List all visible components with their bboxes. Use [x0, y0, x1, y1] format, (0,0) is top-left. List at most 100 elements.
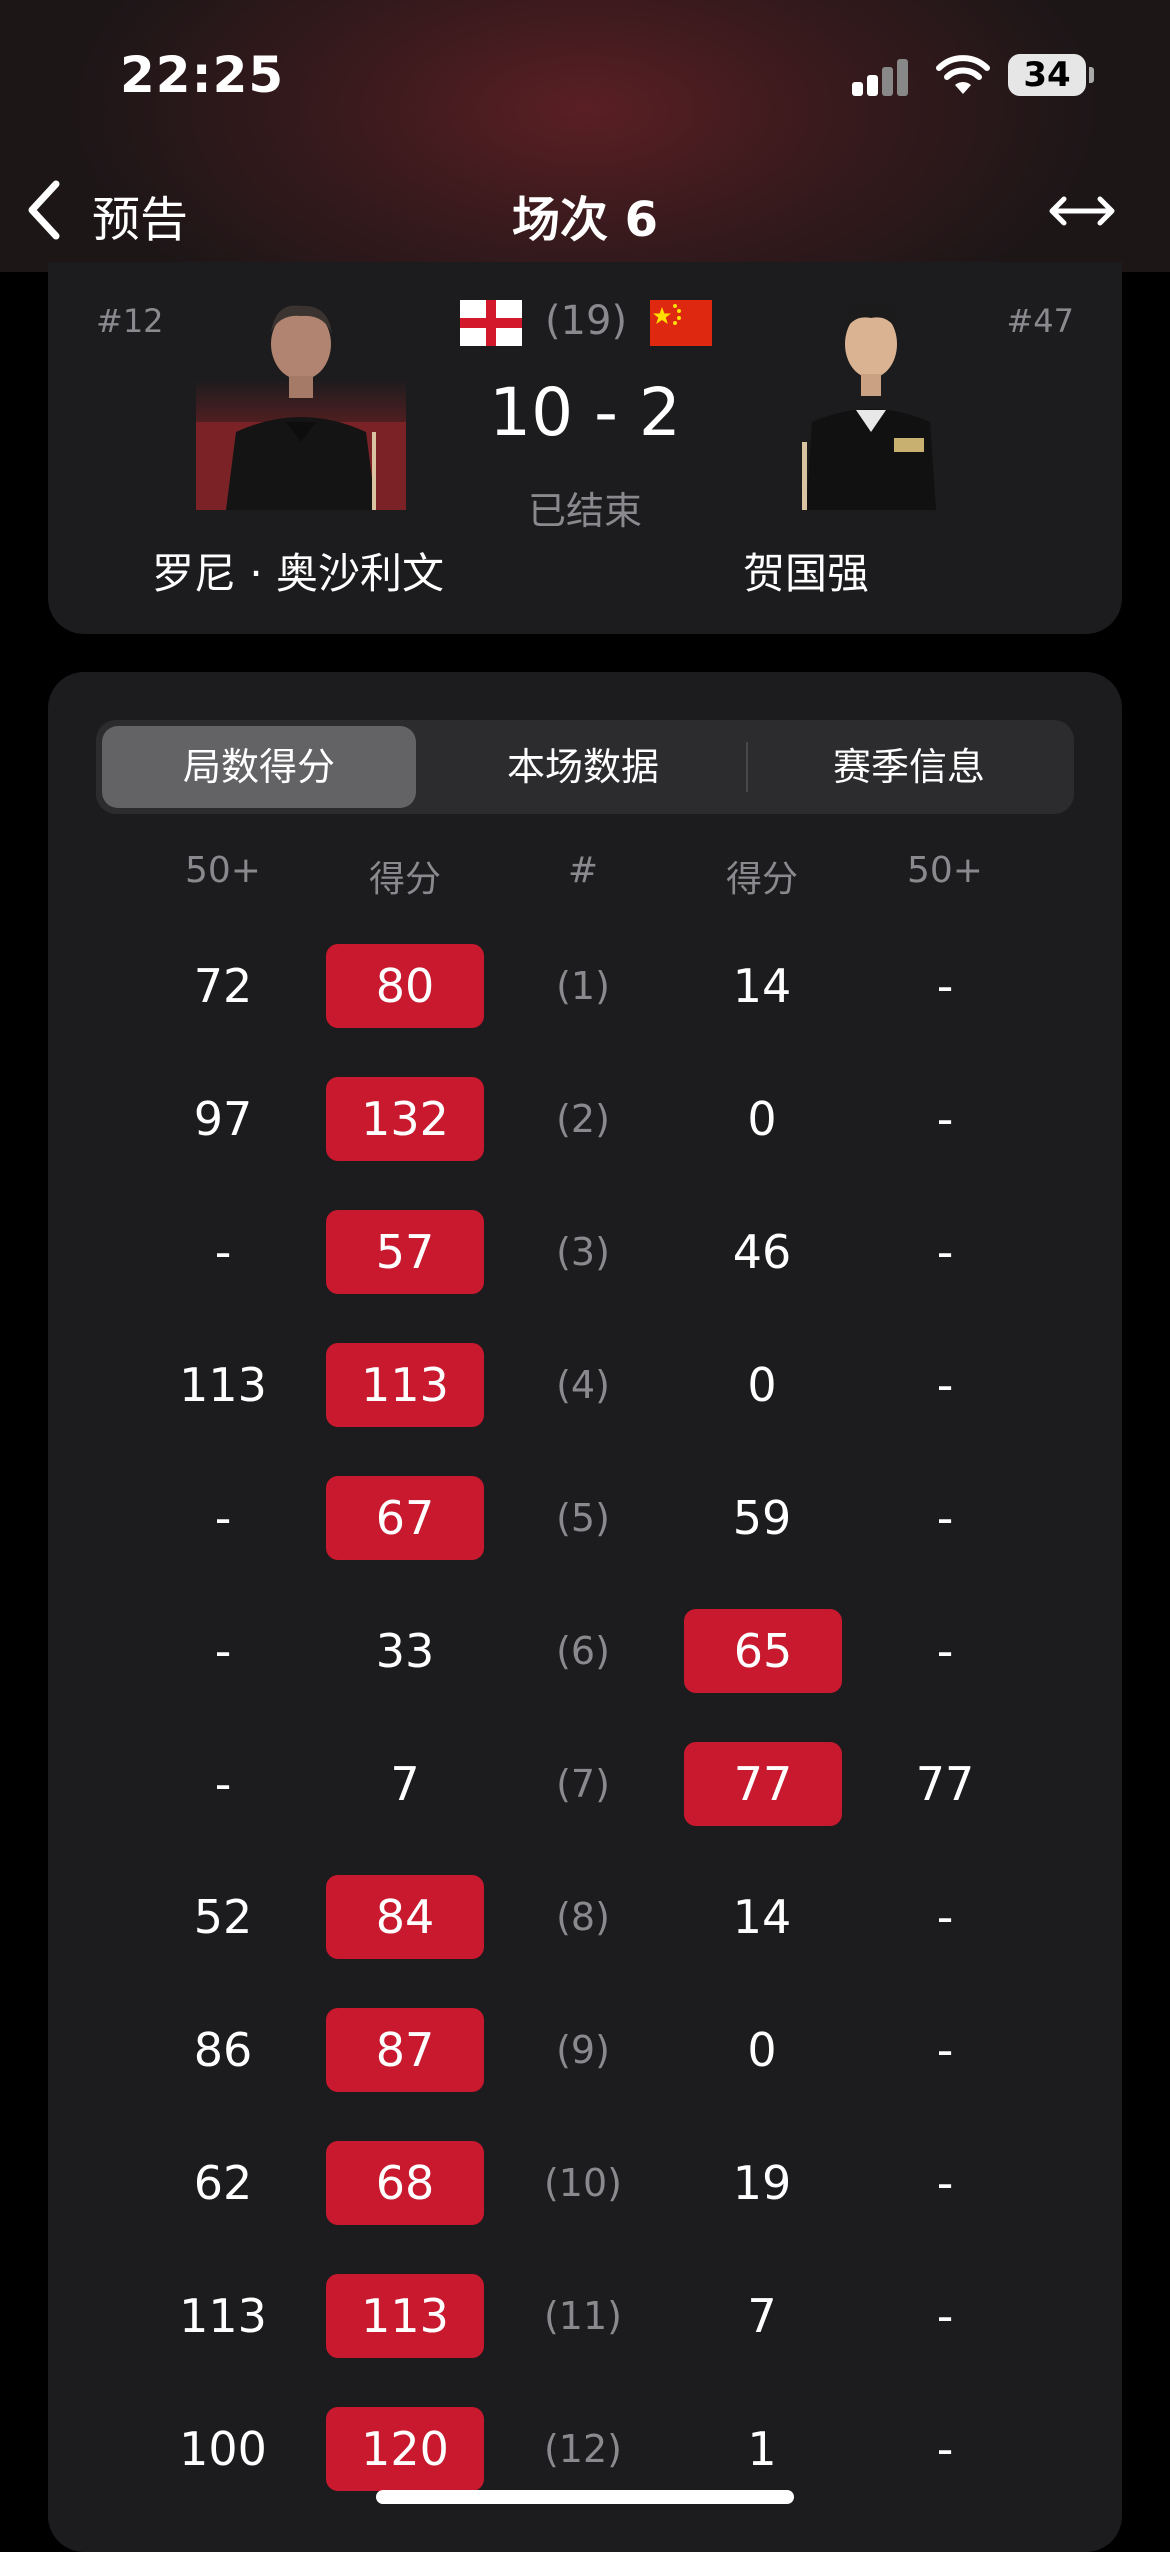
right-score: 46 — [732, 1225, 792, 1279]
frame-row: - 33 (6) 65 - — [48, 1609, 1122, 1693]
frame-row: 100 120 (12) 1 - — [48, 2407, 1122, 2491]
right-score: 0 — [747, 1358, 777, 1412]
page-title: 场次 6 — [511, 192, 659, 248]
england-flag-icon — [460, 300, 522, 346]
tab-divider — [746, 742, 748, 792]
left-break: 52 — [193, 1890, 253, 1944]
battery-tip — [1089, 67, 1094, 83]
left-break: 113 — [179, 2289, 267, 2343]
frame-row: 62 68 (10) 19 - — [48, 2141, 1122, 2225]
frame-row: 113 113 (11) 7 - — [48, 2274, 1122, 2358]
left-break: 62 — [193, 2156, 253, 2210]
frame-number: (1) — [556, 964, 610, 1008]
right-score: 14 — [732, 1890, 792, 1944]
left-score: 7 — [390, 1757, 420, 1811]
frame-row: - 57 (3) 46 - — [48, 1210, 1122, 1294]
frame-row: - 7 (7) 77 77 — [48, 1742, 1122, 1826]
col-left-breaks: 50+ — [185, 850, 261, 891]
right-score: 19 — [732, 2156, 792, 2210]
frame-number: (11) — [543, 2294, 622, 2338]
frame-row: 113 113 (4) 0 - — [48, 1343, 1122, 1427]
wifi-icon — [936, 55, 990, 94]
right-break: - — [936, 2023, 954, 2077]
frame-number: (6) — [556, 1629, 610, 1673]
right-break: - — [936, 1092, 954, 1146]
frame-row: - 67 (5) 59 - — [48, 1476, 1122, 1560]
frame-number: (12) — [543, 2427, 622, 2471]
left-score: 67 — [326, 1476, 484, 1560]
tab-frame-scores[interactable]: 局数得分 — [102, 726, 416, 808]
status-time: 22:25 — [120, 46, 285, 104]
swap-arrows-icon[interactable] — [1046, 186, 1118, 236]
right-break: - — [936, 1491, 954, 1545]
col-frame-number: # — [567, 850, 599, 891]
left-break: - — [214, 1624, 232, 1678]
right-break: - — [936, 2289, 954, 2343]
right-score: 59 — [732, 1491, 792, 1545]
right-break: - — [936, 1358, 954, 1412]
col-right-breaks: 50+ — [907, 850, 983, 891]
frame-number: (9) — [556, 2028, 610, 2072]
frame-number: (3) — [556, 1230, 610, 1274]
left-score: 84 — [326, 1875, 484, 1959]
left-score: 113 — [326, 2274, 484, 2358]
segmented-control: 局数得分 本场数据 赛季信息 — [96, 720, 1074, 814]
left-break: 86 — [193, 2023, 253, 2077]
right-break: - — [936, 1225, 954, 1279]
frame-number: (5) — [556, 1496, 610, 1540]
right-break: - — [936, 959, 954, 1013]
right-score: 65 — [684, 1609, 842, 1693]
left-break: 113 — [179, 1358, 267, 1412]
right-score: 0 — [747, 2023, 777, 2077]
left-score: 120 — [326, 2407, 484, 2491]
frame-row: 97 132 (2) 0 - — [48, 1077, 1122, 1161]
col-right-score: 得分 — [725, 859, 798, 900]
home-indicator[interactable] — [376, 2490, 794, 2504]
left-break: 72 — [193, 959, 253, 1013]
right-score: 14 — [732, 959, 792, 1013]
match-summary-card: #12 #47 (19) 10 - 2 已结束 罗尼 · 奥沙利文 贺国强 — [48, 262, 1122, 634]
right-break: 77 — [915, 1757, 975, 1811]
left-break: - — [214, 1757, 232, 1811]
left-score: 57 — [326, 1210, 484, 1294]
left-break: - — [214, 1225, 232, 1279]
left-player-rank: #12 — [96, 302, 164, 340]
frame-number: (2) — [556, 1097, 610, 1141]
status-bar: 22:25 34 — [0, 0, 1170, 150]
match-status: 已结束 — [527, 489, 642, 533]
right-break: - — [936, 1890, 954, 1944]
left-score: 80 — [326, 944, 484, 1028]
left-score: 87 — [326, 2008, 484, 2092]
left-score: 68 — [326, 2141, 484, 2225]
tab-season-info[interactable]: 赛季信息 — [750, 726, 1068, 808]
match-score: 10 - 2 — [489, 374, 681, 451]
frame-row: 72 80 (1) 14 - — [48, 944, 1122, 1028]
right-break: - — [936, 1624, 954, 1678]
right-player-rank: #47 — [1006, 302, 1074, 340]
right-break: - — [936, 2156, 954, 2210]
right-score: 1 — [747, 2422, 777, 2476]
frame-row: 52 84 (8) 14 - — [48, 1875, 1122, 1959]
right-score: 0 — [747, 1092, 777, 1146]
left-score: 132 — [326, 1077, 484, 1161]
left-break: 97 — [193, 1092, 253, 1146]
right-player-name[interactable]: 贺国强 — [656, 540, 956, 601]
tab-match-stats[interactable]: 本场数据 — [422, 726, 744, 808]
col-left-score: 得分 — [368, 859, 441, 900]
left-score: 33 — [375, 1624, 435, 1678]
left-break: 100 — [179, 2422, 267, 2476]
china-flag-icon — [650, 300, 712, 346]
frame-number: (4) — [556, 1363, 610, 1407]
frame-scores-card: 局数得分 本场数据 赛季信息 50+ 得分 # 得分 50+ 72 80 (1) 14… — [48, 672, 1122, 2552]
battery-icon: 34 — [1008, 54, 1086, 96]
right-break: - — [936, 2422, 954, 2476]
signal-icon — [852, 58, 912, 96]
frame-number: (8) — [556, 1895, 610, 1939]
left-player-name[interactable]: 罗尼 · 奥沙利文 — [88, 540, 508, 601]
left-break: - — [214, 1491, 232, 1545]
best-of-frames: (19) — [544, 298, 628, 344]
frame-number: (10) — [543, 2161, 622, 2205]
navigation-bar: 预告 场次 6 — [0, 160, 1170, 260]
frame-number: (7) — [556, 1762, 610, 1806]
left-score: 113 — [326, 1343, 484, 1427]
